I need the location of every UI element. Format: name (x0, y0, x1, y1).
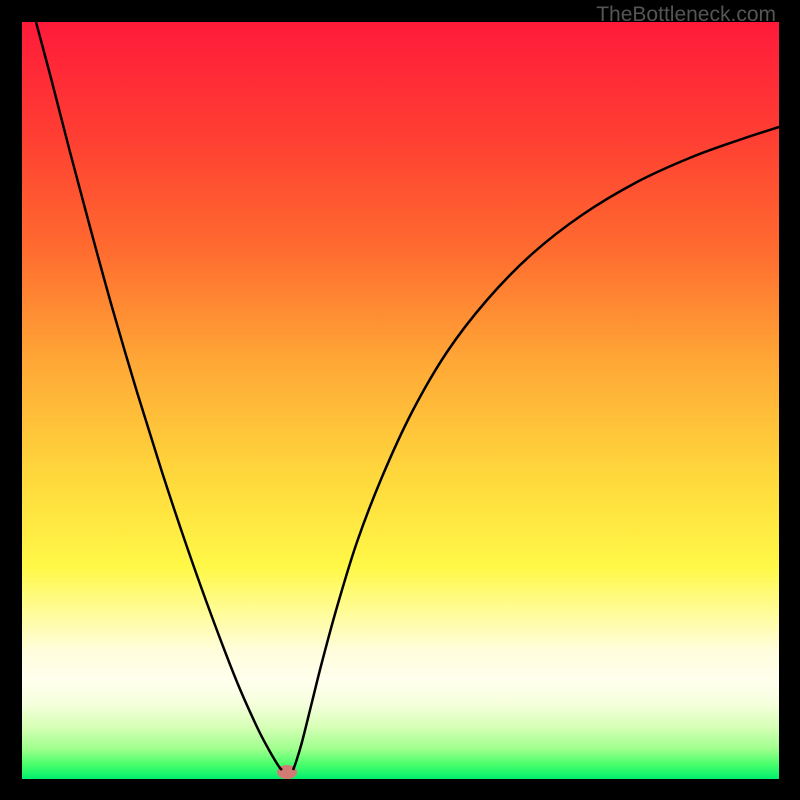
watermark: TheBottleneck.com (596, 3, 776, 27)
chart-svg (22, 22, 779, 779)
chart-container (22, 22, 779, 779)
chart-background (22, 22, 779, 779)
